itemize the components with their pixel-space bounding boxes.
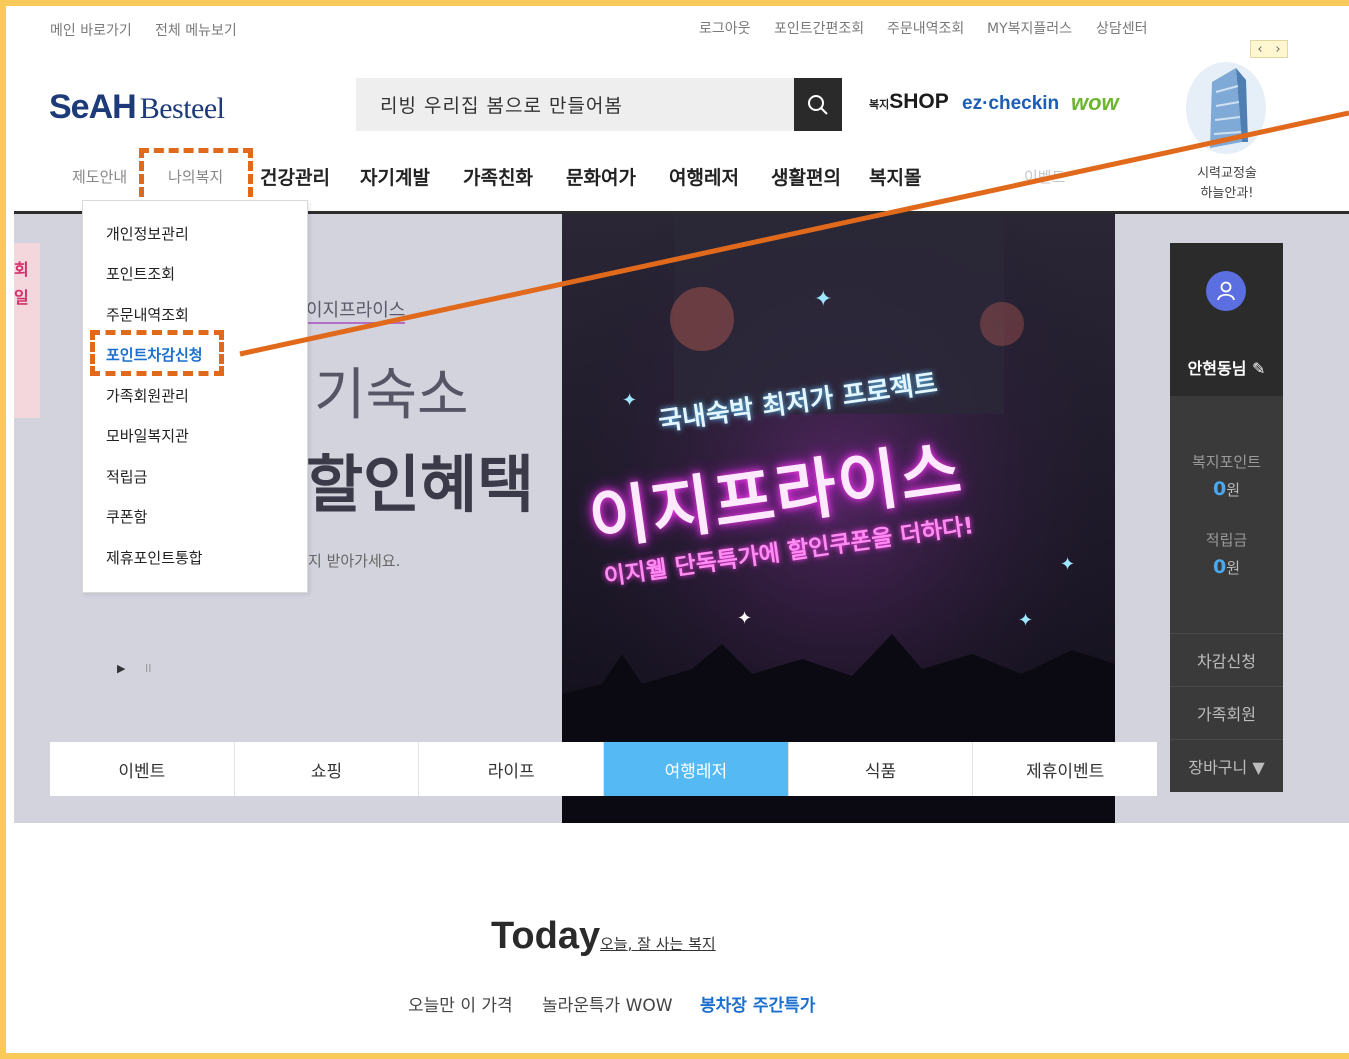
annotation-arrow-line	[239, 110, 1349, 357]
